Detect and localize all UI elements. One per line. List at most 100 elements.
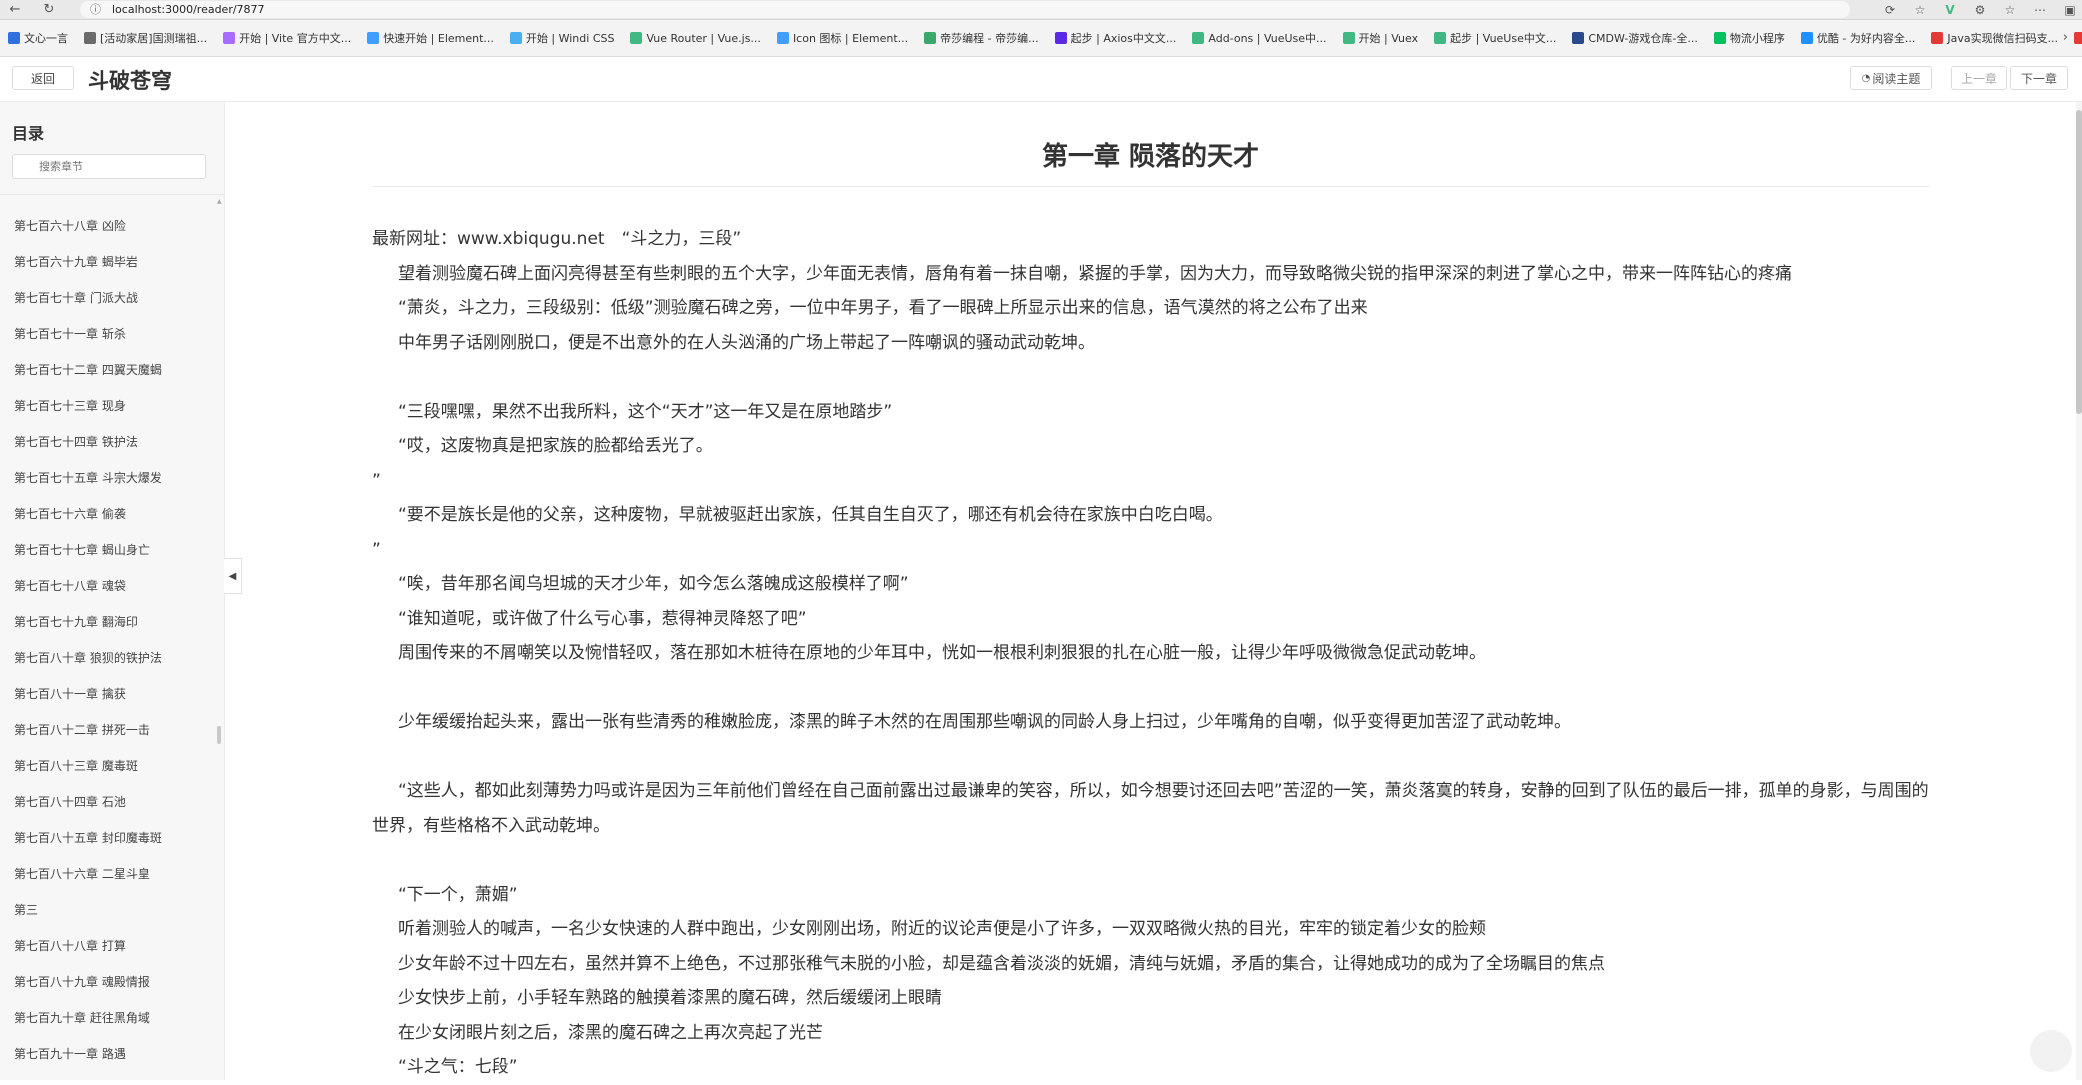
chapter-list-item[interactable]: 第七百九十一章 路遇 xyxy=(0,1036,216,1072)
chapter-list-item[interactable]: 第七百八十二章 拼死一击 xyxy=(0,712,216,748)
chapter-search-input[interactable] xyxy=(12,154,206,179)
content-paragraph: “斗之气：七段” xyxy=(398,1057,518,1077)
bookmark-favicon-icon xyxy=(776,32,789,44)
url-text: localhost:3000/reader/7877 xyxy=(112,3,265,16)
bookmark-item[interactable]: 起步 | Axios中文文... xyxy=(1047,20,1185,56)
reader-pane: 第一章 陨落的天才 最新网址：www.xbiqugu.net “斗之力，三段” 望… xyxy=(242,102,2076,1080)
chapter-list-item[interactable]: 第七百八十三章 魔毒斑 xyxy=(0,748,216,784)
chapter-list-item[interactable]: 第七百八十一章 擒获 xyxy=(0,676,216,712)
bookmark-item[interactable]: 开始 | Windi CSS xyxy=(502,20,623,56)
bookmark-item[interactable]: 快速开始 | Element... xyxy=(359,20,502,56)
bookmark-label: 起步 | Axios中文文... xyxy=(1070,32,1177,45)
bookmark-label: 帝莎编程 - 帝莎编... xyxy=(940,32,1039,45)
chapter-list-item[interactable]: 第七百七十六章 偷袭 xyxy=(0,496,216,532)
content-paragraph: “谁知道呢，或许做了什么亏心事，惹得神灵降怒了吧” xyxy=(398,608,807,629)
chapter-list-item[interactable]: 第七百八十四章 石池 xyxy=(0,784,216,820)
content-paragraph: 在少女闭眼片刻之后，漆黑的魔石碑之上再次亮起了光芒 xyxy=(398,1022,823,1043)
chapter-list-item[interactable]: 第七百六十八章 凶险 xyxy=(0,208,216,244)
site-info-icon[interactable]: ⓘ xyxy=(90,1,101,18)
extensions-icon[interactable]: ⚙ xyxy=(1972,3,1988,17)
bookmark-favicon-icon xyxy=(924,32,937,44)
chapter-list-item[interactable]: 第七百九十章 赶往黑角域 xyxy=(0,1000,216,1036)
bookmark-item[interactable]: 开始 | Vuex xyxy=(1335,20,1427,56)
bookmark-item[interactable]: 起步 | VueUse中文... xyxy=(1426,20,1564,56)
chapter-list-item[interactable]: 第七百七十四章 铁护法 xyxy=(0,424,216,460)
content-paragraph: 周围传来的不屑嘲笑以及惋惜轻叹，落在那如木桩待在原地的少年耳中，恍如一根根利刺狠… xyxy=(398,643,1486,663)
chapter-list-item[interactable]: 第七百七十二章 四翼天魔蝎 xyxy=(0,352,216,388)
bookmark-favicon-icon xyxy=(2074,32,2082,44)
bookmark-item[interactable]: 开始 | Vite 官方中文... xyxy=(215,20,359,56)
bookmark-label: CMDW-游戏仓库-全... xyxy=(1588,32,1698,45)
chapter-list-item[interactable]: 第七百八十章 狼狈的铁护法 xyxy=(0,640,216,676)
bookmark-label: Add-ons | VueUse中... xyxy=(1208,32,1327,45)
bookmark-favicon-icon xyxy=(1192,32,1205,44)
bookmark-item[interactable]: 物流小程序 xyxy=(1706,20,1793,56)
chapter-list-item[interactable]: 第七百八十六章 二星斗皇 xyxy=(0,856,216,892)
bookmark-item[interactable]: 文心一言 xyxy=(0,20,76,56)
content-paragraph: ” xyxy=(372,539,381,560)
page-scrollbar[interactable] xyxy=(2076,102,2082,1080)
prev-chapter-label: 上一章 xyxy=(1960,71,1997,86)
chapter-list-item[interactable]: 第七百七十三章 现身 xyxy=(0,388,216,424)
bookmark-item[interactable]: CMDW-游戏仓库-全... xyxy=(1564,20,1706,56)
prev-chapter-button[interactable]: 上一章 xyxy=(1951,66,2007,90)
content-paragraph: 少女快步上前，小手轻车熟路的触摸着漆黑的魔石碑，然后缓缓闭上眼睛 xyxy=(398,988,942,1008)
chapter-list-item[interactable]: 第七百七十章 门派大战 xyxy=(0,280,216,316)
next-chapter-label: 下一章 xyxy=(2020,71,2057,86)
content-paragraph: 望着测验魔石碑上面闪亮得甚至有些刺眼的五个大字，少年面无表情，唇角有着一抹自嘲，… xyxy=(398,263,1792,284)
bookmark-label: 优酷 - 为好内容全... xyxy=(1816,32,1916,45)
bookmark-label: 起步 | VueUse中文... xyxy=(1450,32,1557,45)
theme-button[interactable]: ◔ 阅读主题 xyxy=(1850,66,1932,90)
palette-icon: ◔ xyxy=(1861,72,1871,84)
browser-toolbar: ← ↻ ⓘ localhost:3000/reader/7877 ⟳ ☆ V ⚙… xyxy=(0,0,2082,20)
chapter-list-item[interactable]: 第七百八十八章 打算 xyxy=(0,928,216,964)
bookmark-item[interactable]: 优酷 - 为好内容全... xyxy=(1793,20,1923,56)
caret-left-icon: ◀ xyxy=(228,570,237,582)
bookmark-item[interactable]: Java--微信支付--小... xyxy=(2066,20,2082,56)
bookmark-favicon-icon xyxy=(1713,32,1726,44)
chapter-list-item[interactable]: 第七百七十七章 蝎山身亡 xyxy=(0,532,216,568)
collapse-sidebar-button[interactable]: ◀ xyxy=(224,558,242,594)
content-paragraph: 少年缓缓抬起头来，露出一张有些清秀的稚嫩脸庞，漆黑的眸子木然的在周围那些嘲讽的同… xyxy=(398,712,1571,732)
vue-devtools-icon[interactable]: V xyxy=(1942,3,1958,17)
back-button[interactable]: 返回 xyxy=(12,66,74,90)
chapter-list-item[interactable]: 第七百七十九章 翻海印 xyxy=(0,604,216,640)
favorites-icon[interactable]: ☆ xyxy=(2002,3,2018,17)
content-paragraph: 最新网址：www.xbiqugu.net “斗之力，三段” xyxy=(372,229,742,249)
chapter-list-item[interactable]: 第七百七十八章 魂袋 xyxy=(0,568,216,604)
star-icon[interactable]: ☆ xyxy=(1912,3,1928,17)
bookmark-label: 开始 | Vite 官方中文... xyxy=(239,32,352,45)
floating-action-button[interactable] xyxy=(2030,1030,2072,1072)
scroll-up-icon[interactable]: ▲ xyxy=(217,198,222,205)
reader-header: 返回 斗破苍穹 ◔ 阅读主题 上一章 下一章 xyxy=(0,57,2082,102)
chapter-list-item[interactable]: 第七百八十五章 封印魔毒斑 xyxy=(0,820,216,856)
bookmark-item[interactable]: 帝莎编程 - 帝莎编... xyxy=(916,20,1046,56)
back-arrow-icon[interactable]: ← xyxy=(6,1,24,18)
chapter-list-item[interactable]: 第三 xyxy=(0,892,216,928)
sidebar-toggle-icon[interactable]: ▣ xyxy=(2062,3,2078,17)
bookmarks-overflow-icon[interactable]: › xyxy=(2063,30,2068,45)
chapter-list-item[interactable]: 第七百七十一章 斩杀 xyxy=(0,316,216,352)
content-paragraph: “萧炎，斗之力，三段级别：低级”测验魔石碑之旁，一位中年男子，看了一眼碑上所显示… xyxy=(398,298,1368,318)
chapter-list-item[interactable]: 第七百七十五章 斗宗大爆发 xyxy=(0,460,216,496)
chapter-list-item[interactable]: 第七百六十九章 蝎毕岩 xyxy=(0,244,216,280)
toc-scrollbar-thumb[interactable] xyxy=(217,726,221,744)
reload-icon[interactable]: ↻ xyxy=(40,1,58,18)
bookmark-item[interactable]: Icon 图标 | Element... xyxy=(769,20,916,56)
chapter-content: 最新网址：www.xbiqugu.net “斗之力，三段” 望着测验魔石碑上面闪亮… xyxy=(372,222,1932,1085)
book-title: 斗破苍穹 xyxy=(88,69,172,93)
translate-icon[interactable]: ⟳ xyxy=(1882,3,1898,17)
bookmark-item[interactable]: [活动家居]国测瑞祖... xyxy=(76,20,215,56)
page-scrollbar-thumb[interactable] xyxy=(2076,110,2082,414)
next-chapter-button[interactable]: 下一章 xyxy=(2010,66,2068,90)
bookmark-label: Icon 图标 | Element... xyxy=(792,32,909,45)
toc-scrollbar[interactable]: ▲ xyxy=(217,198,222,1080)
more-icon[interactable]: ⋯ xyxy=(2032,3,2048,17)
bookmark-label: 开始 | Windi CSS xyxy=(525,32,615,45)
bookmark-item[interactable]: Vue Router | Vue.js... xyxy=(622,20,768,56)
bookmark-item[interactable]: Java实现微信扫码支... xyxy=(1923,20,2066,56)
address-bar[interactable]: ⓘ localhost:3000/reader/7877 xyxy=(80,1,1850,18)
chapter-list-item[interactable]: 第七百八十九章 魂殿情报 xyxy=(0,964,216,1000)
bookmark-item[interactable]: Add-ons | VueUse中... xyxy=(1184,20,1334,56)
theme-button-label: 阅读主题 xyxy=(1872,71,1921,86)
